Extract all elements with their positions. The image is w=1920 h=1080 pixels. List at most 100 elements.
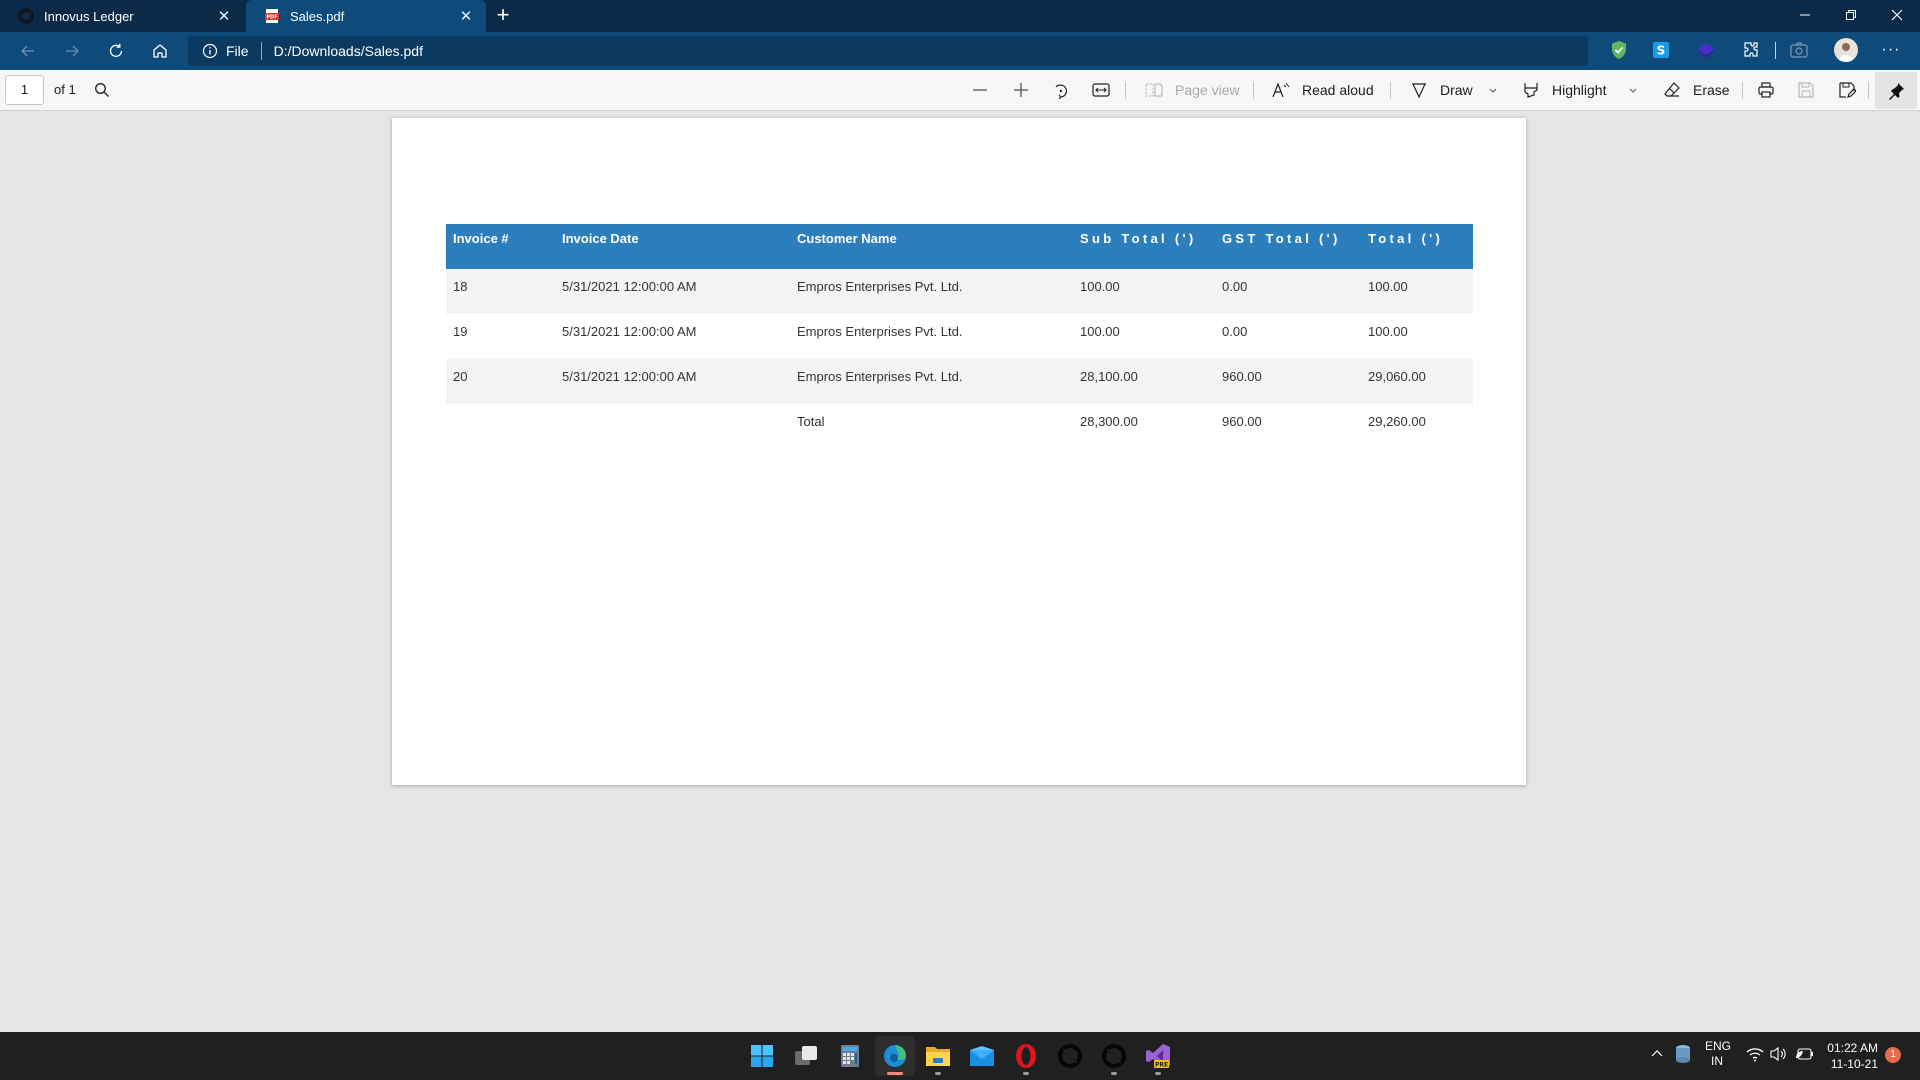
innovus-app[interactable]: [1094, 1036, 1134, 1076]
tray-app[interactable]: [1674, 1044, 1692, 1067]
header-invoice-number: Invoice #: [446, 224, 555, 269]
arrow-left-icon: [21, 45, 34, 57]
toolbar-separator: [1390, 82, 1391, 99]
home-icon: [153, 44, 167, 58]
tab-innovus-ledger[interactable]: Innovus Ledger ✕: [0, 0, 244, 32]
more-menu-button[interactable]: ···: [1880, 39, 1902, 61]
erase-button[interactable]: Erase: [1663, 75, 1730, 105]
navigation-bar: File D:/Downloads/Sales.pdf: [0, 32, 1920, 91]
layers-extension-icon: [1697, 43, 1715, 58]
tab-strip: Innovus Ledger ✕ PDF Sales.pdf ✕ +: [0, 0, 1920, 32]
battery-button[interactable]: [1794, 1046, 1814, 1065]
highlight-options-dropdown[interactable]: [1628, 75, 1638, 105]
back-button[interactable]: [12, 36, 44, 66]
highlight-button[interactable]: Highlight: [1522, 75, 1606, 105]
highlighter-icon: [1524, 83, 1538, 98]
draw-label: Draw: [1440, 82, 1473, 98]
extensions-button[interactable]: [1740, 39, 1762, 61]
s-extension[interactable]: S: [1650, 39, 1672, 61]
fit-to-width-button[interactable]: [1092, 75, 1110, 105]
pdf-file-icon: PDF: [264, 8, 280, 24]
minimize-icon: [1800, 14, 1810, 16]
zoom-out-button[interactable]: [972, 75, 988, 105]
task-view-icon: [795, 1046, 817, 1065]
plus-icon: [1014, 83, 1028, 97]
more-menu-icon: ···: [1881, 41, 1901, 58]
running-indicator: [1111, 1072, 1117, 1075]
read-aloud-icon: [1272, 82, 1290, 98]
print-button[interactable]: [1757, 75, 1775, 105]
svg-text:PDF: PDF: [266, 15, 277, 21]
fit-width-icon: [1092, 83, 1110, 97]
cell-sub-total: 28,100.00: [1073, 359, 1215, 404]
screenshot-icon: [1790, 42, 1808, 58]
find-button[interactable]: [94, 75, 110, 105]
adguard-extension[interactable]: [1608, 39, 1630, 61]
draw-button[interactable]: Draw: [1410, 75, 1473, 105]
volume-button[interactable]: [1770, 1046, 1788, 1065]
clock[interactable]: 01:22 AM 11-10-21: [1820, 1040, 1878, 1072]
calculator-app[interactable]: [830, 1036, 870, 1076]
header-gst-total: GST Total ('): [1215, 224, 1361, 269]
cell-empty: [446, 404, 555, 449]
tab-sales-pdf[interactable]: PDF Sales.pdf ✕: [246, 0, 486, 32]
speaker-icon: [1770, 1046, 1786, 1062]
read-aloud-button[interactable]: Read aloud: [1272, 75, 1374, 105]
cell-gst-total: 0.00: [1215, 269, 1361, 314]
cell-total: 29,060.00: [1361, 359, 1473, 404]
profile-avatar[interactable]: [1834, 38, 1858, 62]
network-button[interactable]: [1746, 1046, 1764, 1065]
refresh-button[interactable]: [100, 36, 132, 66]
innovus-logo-icon: [1058, 1044, 1082, 1068]
notification-badge[interactable]: 1: [1885, 1047, 1901, 1063]
draw-options-dropdown[interactable]: [1488, 75, 1498, 105]
close-tab-icon[interactable]: ✕: [214, 6, 234, 26]
sales-table: Invoice # Invoice Date Customer Name Sub…: [446, 224, 1473, 449]
file-explorer-app[interactable]: [918, 1036, 958, 1076]
opera-app[interactable]: [1006, 1036, 1046, 1076]
mail-app[interactable]: [962, 1036, 1002, 1076]
close-window-button[interactable]: [1874, 0, 1920, 30]
header-customer-name: Customer Name: [790, 224, 1073, 269]
new-tab-button[interactable]: +: [490, 4, 516, 28]
cell-gst-total: 960.00: [1215, 359, 1361, 404]
start-button[interactable]: [742, 1036, 782, 1076]
page-view-button[interactable]: Page view: [1145, 75, 1240, 105]
edge-app[interactable]: [875, 1036, 915, 1076]
header-sub-total: Sub Total ('): [1073, 224, 1215, 269]
edge-icon: [884, 1045, 906, 1067]
web-capture-button[interactable]: [1788, 39, 1810, 61]
clock-time: 01:22 AM: [1827, 1041, 1878, 1055]
home-button[interactable]: [144, 36, 176, 66]
url-text[interactable]: D:/Downloads/Sales.pdf: [274, 43, 423, 59]
s-extension-icon: S: [1653, 42, 1669, 58]
input-language-indicator[interactable]: ENG IN: [1705, 1039, 1731, 1069]
minimize-button[interactable]: [1782, 0, 1828, 30]
toolbar-separator: [1253, 82, 1254, 99]
avatar-icon: [1838, 43, 1854, 62]
address-bar[interactable]: File D:/Downloads/Sales.pdf: [188, 36, 1588, 66]
innovus-app[interactable]: [1050, 1036, 1090, 1076]
visual-studio-preview-app[interactable]: PRE: [1138, 1036, 1178, 1076]
task-view-button[interactable]: [786, 1036, 826, 1076]
active-indicator: [887, 1072, 903, 1075]
totals-label: Total: [790, 404, 1073, 449]
show-hidden-icons-button[interactable]: [1650, 1046, 1664, 1063]
rotate-button[interactable]: [1052, 75, 1070, 105]
address-separator: [260, 42, 262, 60]
info-icon[interactable]: [202, 43, 218, 59]
cell-invoice-number: 20: [446, 359, 555, 404]
search-icon: [95, 83, 109, 97]
running-indicator: [1155, 1072, 1161, 1075]
cell-sub-total: 100.00: [1073, 314, 1215, 359]
close-tab-icon[interactable]: ✕: [456, 6, 476, 26]
restore-button[interactable]: [1828, 0, 1874, 30]
page-number-input[interactable]: 1: [5, 75, 44, 105]
forward-button[interactable]: [56, 36, 88, 66]
zoom-in-button[interactable]: [1013, 75, 1029, 105]
save-button[interactable]: [1797, 75, 1815, 105]
pin-toolbar-button[interactable]: [1875, 72, 1917, 109]
running-indicator: [935, 1072, 941, 1075]
save-as-button[interactable]: [1838, 75, 1856, 105]
layers-extension[interactable]: [1695, 39, 1717, 61]
